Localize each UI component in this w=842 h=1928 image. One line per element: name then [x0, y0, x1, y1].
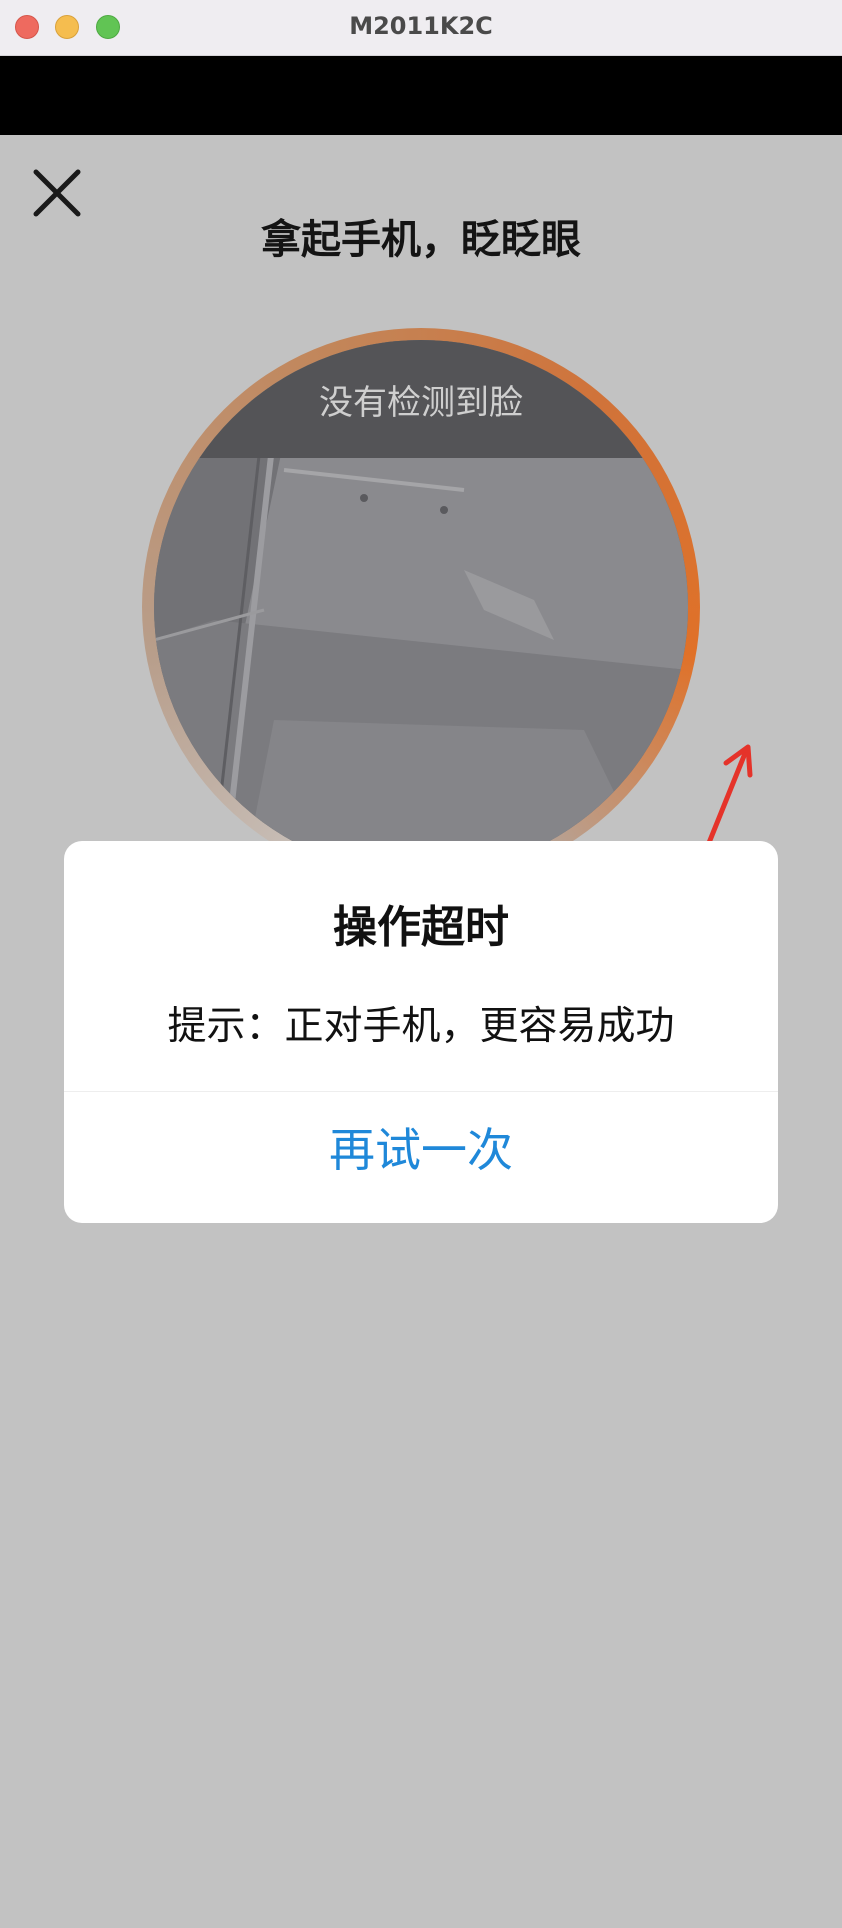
- dialog-message: 提示：正对手机，更容易成功: [167, 1004, 675, 1049]
- camera-hint-text: 没有检测到脸: [319, 383, 523, 423]
- camera-preview: 没有检测到脸: [154, 340, 688, 874]
- app-window: M2011K2C 拿起手机，眨眨眼 没有检测到脸 操作超时 提示：正对手机，更容…: [0, 0, 842, 1928]
- phone-status-bar: [0, 56, 842, 135]
- dialog-title: 操作超时: [333, 902, 509, 953]
- retry-button[interactable]: 再试一次: [64, 1092, 778, 1223]
- window-titlebar: M2011K2C: [0, 0, 842, 56]
- window-title: M2011K2C: [349, 12, 493, 40]
- timeout-dialog: 操作超时 提示：正对手机，更容易成功 再试一次: [64, 841, 778, 1223]
- page-title: 拿起手机，眨眨眼: [261, 217, 581, 263]
